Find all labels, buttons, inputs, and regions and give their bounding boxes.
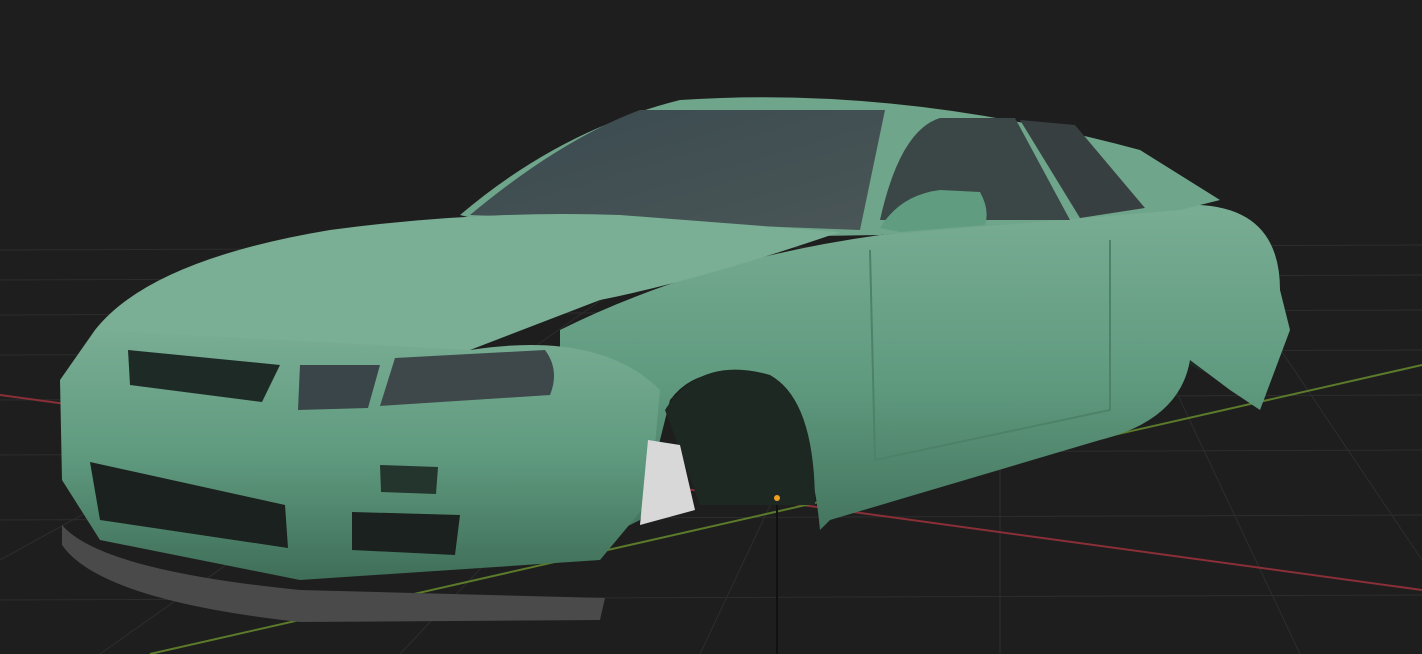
viewport-canvas[interactable] [0, 0, 1422, 654]
origin-point [774, 495, 780, 501]
car-model[interactable] [60, 97, 1290, 622]
headlight-left [298, 365, 380, 410]
fog-light [380, 465, 438, 494]
windshield [470, 110, 885, 230]
3d-viewport[interactable] [0, 0, 1422, 654]
